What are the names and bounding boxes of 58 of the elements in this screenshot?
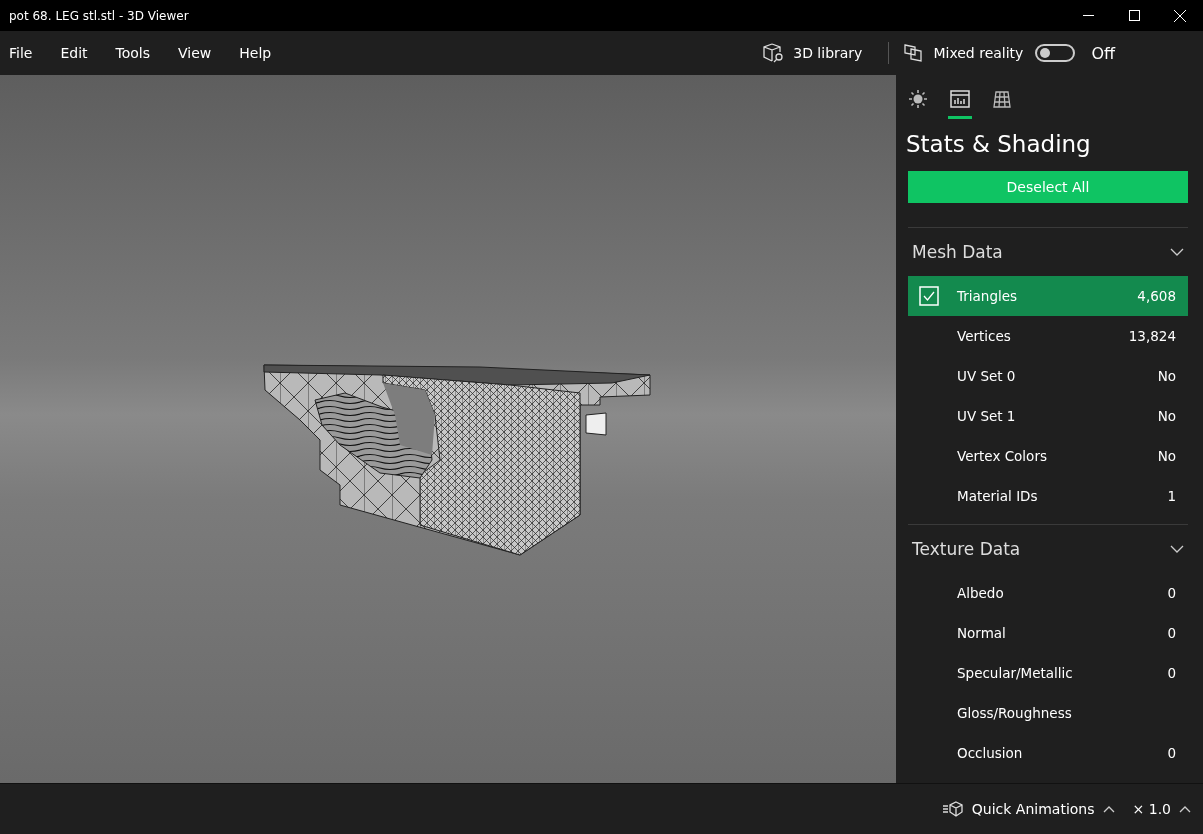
stat-row[interactable]: Gloss/Roughness xyxy=(908,693,1188,733)
stat-row[interactable]: UV Set 1 No xyxy=(908,396,1188,436)
library-link[interactable]: 3D library xyxy=(793,45,863,61)
section-title: Mesh Data xyxy=(912,242,1003,262)
stat-row[interactable]: Normal 0 xyxy=(908,613,1188,653)
sun-icon xyxy=(908,89,928,109)
stat-label: Specular/Metallic xyxy=(957,665,1073,681)
menu-item[interactable]: View xyxy=(169,45,221,61)
animation-cube-icon xyxy=(941,801,964,817)
stat-label: Triangles xyxy=(957,288,1018,304)
stat-row[interactable]: Specular/Metallic 0 xyxy=(908,653,1188,693)
menu-item[interactable]: Help xyxy=(230,45,281,61)
stat-label: Vertex Colors xyxy=(957,448,1047,464)
stat-value: 0 xyxy=(1167,745,1176,761)
menu-item[interactable]: File xyxy=(0,45,42,61)
window-title: pot 68. LEG stl.stl - 3D Viewer xyxy=(8,8,189,23)
stat-value: 0 xyxy=(1167,665,1176,681)
chevron-icon[interactable] xyxy=(1170,545,1184,553)
stat-value: No xyxy=(1157,408,1176,424)
stat-row[interactable]: Material IDs 1 xyxy=(908,476,1188,516)
cube-search-icon[interactable] xyxy=(763,43,786,63)
chart-icon xyxy=(950,89,970,109)
stat-label: Albedo xyxy=(957,585,1004,601)
stat-row[interactable]: Occlusion 0 xyxy=(908,733,1188,773)
stat-row[interactable]: Albedo 0 xyxy=(908,573,1188,613)
stat-row[interactable]: Triangles 4,608 xyxy=(908,276,1188,316)
stat-value: 13,824 xyxy=(1128,328,1176,344)
panel-tab[interactable] xyxy=(948,87,972,119)
stat-label: Gloss/Roughness xyxy=(957,705,1072,721)
caret-icon[interactable] xyxy=(1179,805,1191,813)
stat-value: No xyxy=(1157,368,1176,384)
stat-value: 4,608 xyxy=(1137,288,1176,304)
stat-row[interactable]: UV Set 0 No xyxy=(908,356,1188,396)
stat-value: 1 xyxy=(1167,488,1176,504)
stat-value: 0 xyxy=(1167,625,1176,641)
menu-item[interactable]: Edit xyxy=(51,45,97,61)
checkbox[interactable] xyxy=(919,286,939,306)
stat-value: 0 xyxy=(1167,585,1176,601)
stat-row[interactable]: Vertex Colors No xyxy=(908,436,1188,476)
stat-label: Vertices xyxy=(957,328,1011,344)
speed-control[interactable]: × 1.0 xyxy=(1132,801,1171,817)
grid-icon xyxy=(992,89,1012,109)
mixed-reality-toggle[interactable] xyxy=(1035,44,1076,62)
stat-label: Material IDs xyxy=(957,488,1038,504)
chevron-icon[interactable] xyxy=(1170,248,1184,256)
stat-label: UV Set 1 xyxy=(957,408,1016,424)
quick-animations-button[interactable]: Quick Animations xyxy=(971,801,1095,817)
menu-item[interactable]: Tools xyxy=(106,45,160,61)
stat-label: Normal xyxy=(957,625,1006,641)
stat-label: Occlusion xyxy=(957,745,1023,761)
section-title: Texture Data xyxy=(912,539,1021,559)
stat-row[interactable]: Vertices 13,824 xyxy=(908,316,1188,356)
toggle-state: Off xyxy=(1091,43,1115,63)
caret-icon[interactable] xyxy=(1102,805,1115,813)
stat-label: UV Set 0 xyxy=(957,368,1016,384)
stat-value: No xyxy=(1157,448,1176,464)
panel-title: Stats & Shading xyxy=(906,131,1092,157)
mixed-reality-label: Mixed reality xyxy=(933,45,1024,61)
